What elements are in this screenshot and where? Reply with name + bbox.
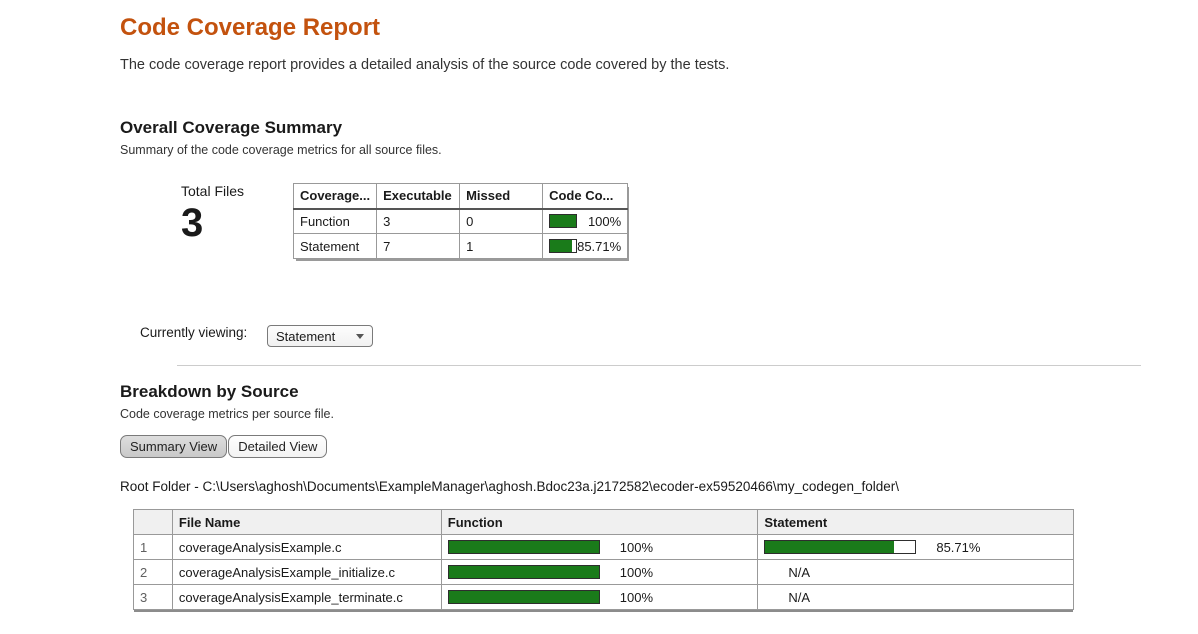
col-header-row-number — [133, 509, 173, 535]
table-row[interactable]: 3 coverageAnalysisExample_terminate.c 10… — [133, 584, 1074, 610]
total-files-block: Total Files 3 — [181, 183, 293, 243]
table-row[interactable]: Statement 7 1 85.71% — [292, 233, 629, 259]
col-header-missed[interactable]: Missed — [459, 183, 544, 210]
breakdown-files-table: File Name Function Statement 1 coverageA… — [133, 509, 1074, 610]
coverage-bar — [764, 540, 917, 554]
function-coverage-cell: 100% — [440, 559, 759, 585]
statement-coverage-cell: N/A — [757, 584, 1074, 610]
file-name-cell: coverageAnalysisExample_initialize.c — [171, 559, 442, 585]
table-header-row: Coverage... Executable Missed Code Co... — [292, 183, 629, 210]
overall-summary-heading: Overall Coverage Summary — [120, 118, 343, 137]
executable-cell: 7 — [376, 233, 461, 259]
summary-view-button[interactable]: Summary View — [120, 435, 228, 458]
coverage-type-cell: Statement — [292, 233, 378, 259]
row-number: 3 — [133, 584, 173, 610]
table-row[interactable]: Function 3 0 100% — [292, 208, 629, 234]
not-applicable-label: N/A — [788, 564, 811, 580]
coverage-type-cell: Function — [292, 208, 378, 234]
view-toggle-group: Summary View Detailed View — [120, 435, 1198, 458]
page-subtitle: The code coverage report provides a deta… — [120, 57, 730, 73]
table-row[interactable]: 1 coverageAnalysisExample.c 100% 85.71% — [133, 534, 1074, 560]
coverage-percent-label: 85.71% — [936, 539, 981, 555]
col-header-file-name[interactable]: File Name — [171, 509, 442, 535]
currently-viewing-label: Currently viewing: — [140, 325, 248, 340]
statement-coverage-cell: N/A — [757, 559, 1074, 585]
row-number: 2 — [133, 559, 173, 585]
overall-summary-description: Summary of the code coverage metrics for… — [120, 143, 442, 157]
table-header-row: File Name Function Statement — [133, 509, 1074, 535]
currently-viewing-row: Currently viewing: Statement — [120, 325, 1198, 347]
detailed-view-button[interactable]: Detailed View — [228, 435, 328, 458]
col-header-code-coverage[interactable]: Code Co... — [542, 183, 629, 210]
function-coverage-cell: 100% — [440, 584, 759, 610]
file-name-cell: coverageAnalysisExample_terminate.c — [171, 584, 442, 610]
coverage-bar — [549, 239, 578, 253]
total-files-label: Total Files — [181, 183, 245, 199]
function-coverage-cell: 100% — [440, 534, 759, 560]
coverage-type-dropdown[interactable]: Statement — [267, 325, 373, 347]
coverage-percent-label: 100% — [587, 213, 622, 229]
col-header-function[interactable]: Function — [440, 509, 759, 535]
breakdown-heading: Breakdown by Source — [120, 382, 299, 401]
executable-cell: 3 — [376, 208, 461, 234]
overall-summary-table: Coverage... Executable Missed Code Co...… — [292, 183, 629, 259]
missed-cell: 0 — [459, 208, 544, 234]
file-name-cell: coverageAnalysisExample.c — [171, 534, 442, 560]
coverage-percent-cell: 85.71% — [542, 233, 629, 259]
overall-summary-row: Total Files 3 Coverage... Executable Mis… — [181, 183, 1198, 259]
dropdown-selected-value: Statement — [276, 328, 336, 344]
coverage-bar — [447, 540, 600, 554]
coverage-percent-cell: 100% — [542, 208, 629, 234]
total-files-value: 3 — [181, 201, 204, 245]
breakdown-description: Code coverage metrics per source file. — [120, 407, 334, 421]
coverage-percent-label: 100% — [619, 539, 654, 555]
root-folder-path: Root Folder - C:\Users\aghosh\Documents\… — [120, 479, 899, 494]
chevron-down-icon — [356, 333, 364, 339]
code-coverage-report-page: Code Coverage Report The code coverage r… — [0, 14, 1198, 610]
col-header-executable[interactable]: Executable — [376, 183, 461, 210]
coverage-percent-label: 85.71% — [577, 238, 622, 254]
coverage-percent-label: 100% — [619, 589, 654, 605]
missed-cell: 1 — [459, 233, 544, 259]
coverage-bar — [447, 565, 600, 579]
col-header-coverage-type[interactable]: Coverage... — [292, 183, 378, 210]
coverage-bar — [549, 214, 578, 229]
not-applicable-label: N/A — [788, 589, 811, 605]
section-divider — [177, 365, 1141, 366]
coverage-bar — [447, 590, 600, 604]
coverage-percent-label: 100% — [619, 564, 654, 580]
table-row[interactable]: 2 coverageAnalysisExample_initialize.c 1… — [133, 559, 1074, 585]
col-header-statement[interactable]: Statement — [757, 509, 1074, 535]
row-number: 1 — [133, 534, 173, 560]
page-title: Code Coverage Report — [120, 14, 381, 41]
statement-coverage-cell: 85.71% — [757, 534, 1074, 560]
